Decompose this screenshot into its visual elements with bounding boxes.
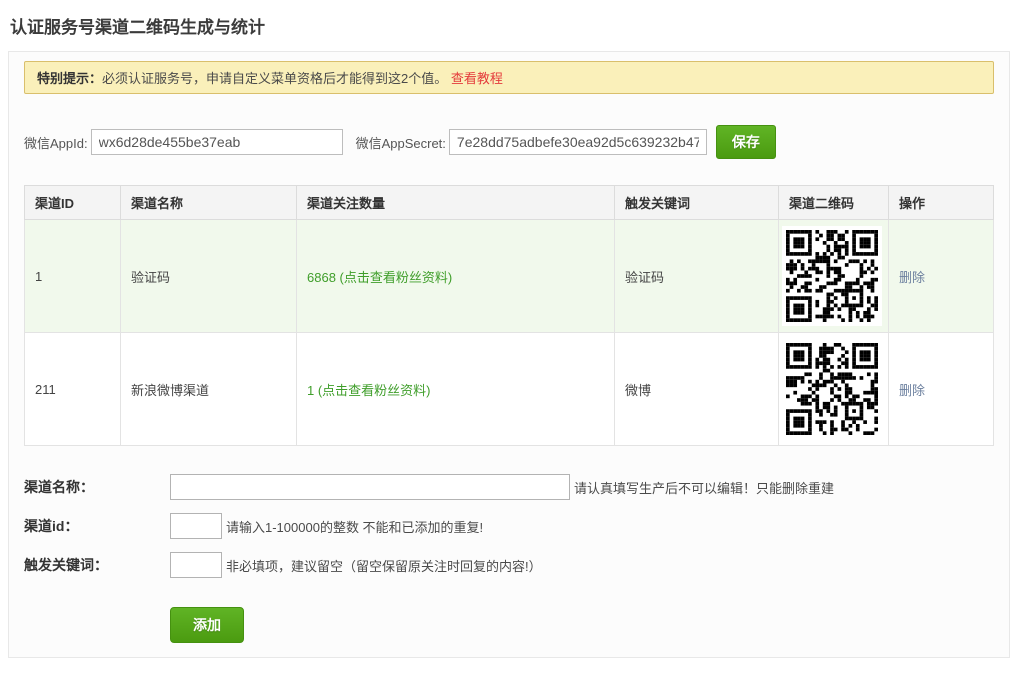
alert-box: 特别提示：必须认证服务号，申请自定义菜单资格后才能得到这2个值。 查看教程 — [24, 61, 994, 94]
view-tutorial-link[interactable]: 查看教程 — [451, 71, 503, 86]
channel-name-row: 渠道名称： 请认真填写生产后不可以编辑！只能删除重建 — [24, 474, 994, 500]
add-button[interactable]: 添加 — [170, 607, 244, 643]
save-button[interactable]: 保存 — [716, 125, 776, 159]
col-header-actions: 操作 — [889, 186, 994, 220]
cell-trigger-keyword: 验证码 — [615, 220, 779, 333]
page-title: 认证服务号渠道二维码生成与统计 — [10, 13, 1022, 38]
qr-code-icon — [782, 226, 882, 326]
fans-detail-link[interactable]: 6868 (点击查看粉丝资料) — [307, 270, 452, 285]
channel-id-label: 渠道id： — [24, 516, 170, 536]
cell-channel-name: 验证码 — [121, 220, 297, 333]
delete-link[interactable]: 删除 — [899, 270, 925, 285]
trigger-keyword-hint: 非必填项，建议留空（留空保留原关注时回复的内容!） — [226, 556, 542, 575]
channel-name-input[interactable] — [170, 474, 570, 500]
cell-channel-name: 新浪微博渠道 — [121, 333, 297, 446]
table-header-row: 渠道ID 渠道名称 渠道关注数量 触发关键词 渠道二维码 操作 — [25, 186, 994, 220]
delete-link[interactable]: 删除 — [899, 383, 925, 398]
col-header-channel-qrcode: 渠道二维码 — [779, 186, 889, 220]
cell-channel-qrcode — [779, 220, 889, 333]
col-header-channel-name: 渠道名称 — [121, 186, 297, 220]
cell-follow-count: 1 (点击查看粉丝资料) — [297, 333, 615, 446]
trigger-keyword-label: 触发关键词： — [24, 555, 170, 575]
channel-name-hint: 请认真填写生产后不可以编辑！只能删除重建 — [574, 478, 834, 497]
alert-message: 必须认证服务号，申请自定义菜单资格后才能得到这2个值。 — [102, 71, 447, 86]
add-channel-form: 渠道名称： 请认真填写生产后不可以编辑！只能删除重建 渠道id： 请输入1-10… — [24, 474, 994, 643]
channel-name-label: 渠道名称： — [24, 477, 170, 497]
cell-channel-id: 1 — [25, 220, 121, 333]
channels-table: 渠道ID 渠道名称 渠道关注数量 触发关键词 渠道二维码 操作 1 验证码 68… — [24, 185, 994, 446]
trigger-keyword-input[interactable] — [170, 552, 222, 578]
col-header-trigger-keyword: 触发关键词 — [615, 186, 779, 220]
table-row: 1 验证码 6868 (点击查看粉丝资料) 验证码 删除 — [25, 220, 994, 333]
main-panel: 特别提示：必须认证服务号，申请自定义菜单资格后才能得到这2个值。 查看教程 微信… — [8, 51, 1010, 658]
appsecret-label: 微信AppSecret: — [356, 133, 446, 152]
table-row: 211 新浪微博渠道 1 (点击查看粉丝资料) 微博 删除 — [25, 333, 994, 446]
channel-id-input[interactable] — [170, 513, 222, 539]
appid-input[interactable] — [91, 129, 343, 155]
cell-channel-qrcode — [779, 333, 889, 446]
credentials-form: 微信AppId: 微信AppSecret: 保存 — [24, 125, 994, 159]
alert-prefix: 特别提示： — [37, 71, 102, 86]
col-header-channel-id: 渠道ID — [25, 186, 121, 220]
cell-trigger-keyword: 微博 — [615, 333, 779, 446]
fans-detail-link[interactable]: 1 (点击查看粉丝资料) — [307, 383, 431, 398]
col-header-follow-count: 渠道关注数量 — [297, 186, 615, 220]
cell-actions: 删除 — [889, 333, 994, 446]
cell-follow-count: 6868 (点击查看粉丝资料) — [297, 220, 615, 333]
qr-code-icon — [782, 339, 882, 439]
appsecret-input[interactable] — [449, 129, 707, 155]
trigger-keyword-row: 触发关键词： 非必填项，建议留空（留空保留原关注时回复的内容!） — [24, 552, 994, 578]
cell-channel-id: 211 — [25, 333, 121, 446]
appid-label: 微信AppId: — [24, 133, 88, 152]
cell-actions: 删除 — [889, 220, 994, 333]
channel-id-row: 渠道id： 请输入1-100000的整数 不能和已添加的重复! — [24, 513, 994, 539]
channel-id-hint: 请输入1-100000的整数 不能和已添加的重复! — [226, 517, 483, 536]
